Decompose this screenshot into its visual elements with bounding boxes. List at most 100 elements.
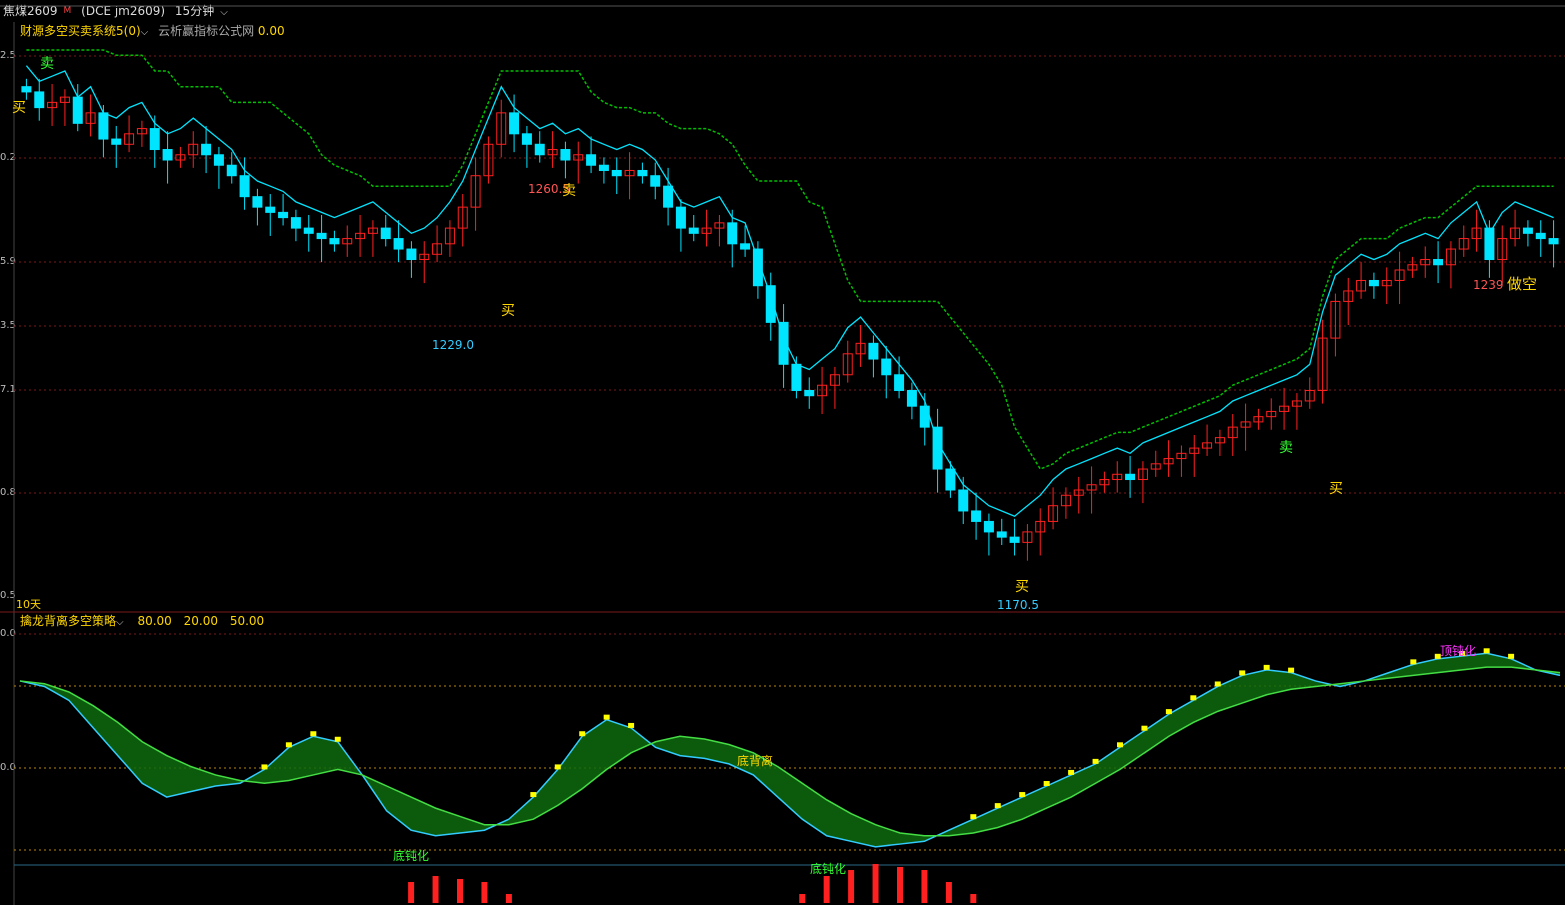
signal-block (1263, 664, 1270, 670)
candle-body (663, 185, 674, 208)
volume-bar (799, 894, 806, 903)
price-label-low-2: 1170.5 (997, 598, 1039, 612)
signal-block (261, 764, 268, 770)
signal-block (554, 764, 561, 770)
signal-block (603, 714, 610, 720)
signal-block (994, 803, 1001, 809)
candle-body (521, 133, 532, 145)
candle-body (149, 128, 160, 151)
signal-block (1117, 742, 1123, 748)
candle-body (21, 86, 32, 93)
candle-body (252, 196, 263, 208)
signal-block (334, 736, 341, 742)
candle-body (1009, 536, 1020, 543)
oscillator-fast-line (19, 652, 1561, 848)
candle-body (1522, 227, 1533, 234)
candle-body (791, 363, 802, 391)
candle-body (534, 143, 545, 156)
resistance-step-line (26, 49, 1554, 470)
candle-body (1548, 238, 1559, 245)
candle-body (611, 169, 622, 177)
candle-body (650, 175, 661, 187)
signal-block (1483, 648, 1490, 654)
oscillator-slow-line (19, 666, 1561, 837)
sell-signal-label: 卖 (40, 56, 54, 72)
candle-body (380, 227, 391, 240)
candle-body (1368, 279, 1379, 287)
volume-bar (921, 870, 928, 903)
signal-block (1165, 709, 1172, 715)
top-passivation-label: 顶钝化 (1440, 644, 1476, 658)
signal-block (1043, 781, 1050, 786)
signal-block (1214, 681, 1221, 687)
candle-body (329, 238, 340, 245)
signal-block (1410, 659, 1417, 665)
candle-body (278, 211, 289, 219)
candle-body (675, 206, 686, 229)
candle-body (1535, 232, 1546, 240)
candle-body (1125, 473, 1136, 481)
volume-bar (897, 867, 903, 903)
candle-body (906, 389, 917, 407)
candle-body (265, 206, 276, 213)
candle-body (804, 389, 815, 397)
candle-body (393, 238, 404, 250)
candle-body (637, 169, 648, 177)
buy-signal-label: 买 (501, 303, 515, 319)
buy-signal-label: 买 (1329, 481, 1343, 497)
price-label-low: 1229.0 (432, 338, 474, 352)
candle-body (894, 374, 905, 391)
chart-canvas[interactable]: 1260.51229.01170.51239卖卖卖买买买买做空底背离底钝化底钝化… (0, 0, 1565, 905)
candlestick-series (21, 78, 1559, 561)
candle-body (945, 468, 956, 491)
candle-body (727, 222, 738, 245)
signal-block (1068, 769, 1075, 775)
signal-block (1288, 667, 1295, 673)
volume-bar (970, 894, 977, 903)
signal-block (1508, 653, 1515, 659)
candle-body (688, 227, 699, 234)
volume-bar (848, 870, 855, 903)
volume-bar (432, 876, 439, 903)
candle-body (316, 232, 327, 240)
signal-block (530, 792, 537, 798)
bottom-passivation-label: 底钝化 (810, 861, 846, 876)
candle-body (598, 164, 609, 171)
candle-body (765, 285, 776, 323)
candle-body (971, 510, 982, 522)
candle-body (1433, 259, 1444, 266)
volume-bar (823, 876, 830, 903)
signal-block (285, 742, 292, 748)
signal-block (579, 731, 586, 737)
candle-body (958, 489, 969, 512)
candle-body (201, 143, 212, 156)
candle-body (406, 248, 417, 261)
candle-body (881, 358, 892, 376)
candle-body (509, 112, 520, 135)
sell-signal-label: 卖 (562, 183, 576, 199)
candle-body (983, 520, 994, 533)
candle-body (162, 149, 173, 161)
candle-body (213, 154, 224, 166)
candle-body (111, 138, 122, 145)
divergence-label: 底背离 (737, 753, 773, 768)
candle-body (98, 112, 109, 140)
candle-body (560, 149, 571, 161)
volume-bar (945, 882, 952, 903)
candle-body (586, 154, 597, 166)
volume-bar (457, 879, 463, 903)
volume-bar (872, 864, 879, 903)
bottom-passivation-label: 底钝化 (393, 848, 429, 863)
oscillator-fill (20, 653, 1560, 847)
signal-block (1141, 725, 1148, 731)
candle-body (303, 227, 314, 234)
volume-bar (481, 882, 488, 903)
candle-body (996, 531, 1007, 538)
signal-block (970, 814, 977, 820)
signal-block (1092, 758, 1099, 764)
signal-block (1019, 792, 1026, 798)
candle-body (740, 243, 751, 250)
signal-block (628, 722, 635, 728)
candle-body (226, 164, 237, 177)
price-label-high-2: 1239 (1473, 278, 1504, 292)
